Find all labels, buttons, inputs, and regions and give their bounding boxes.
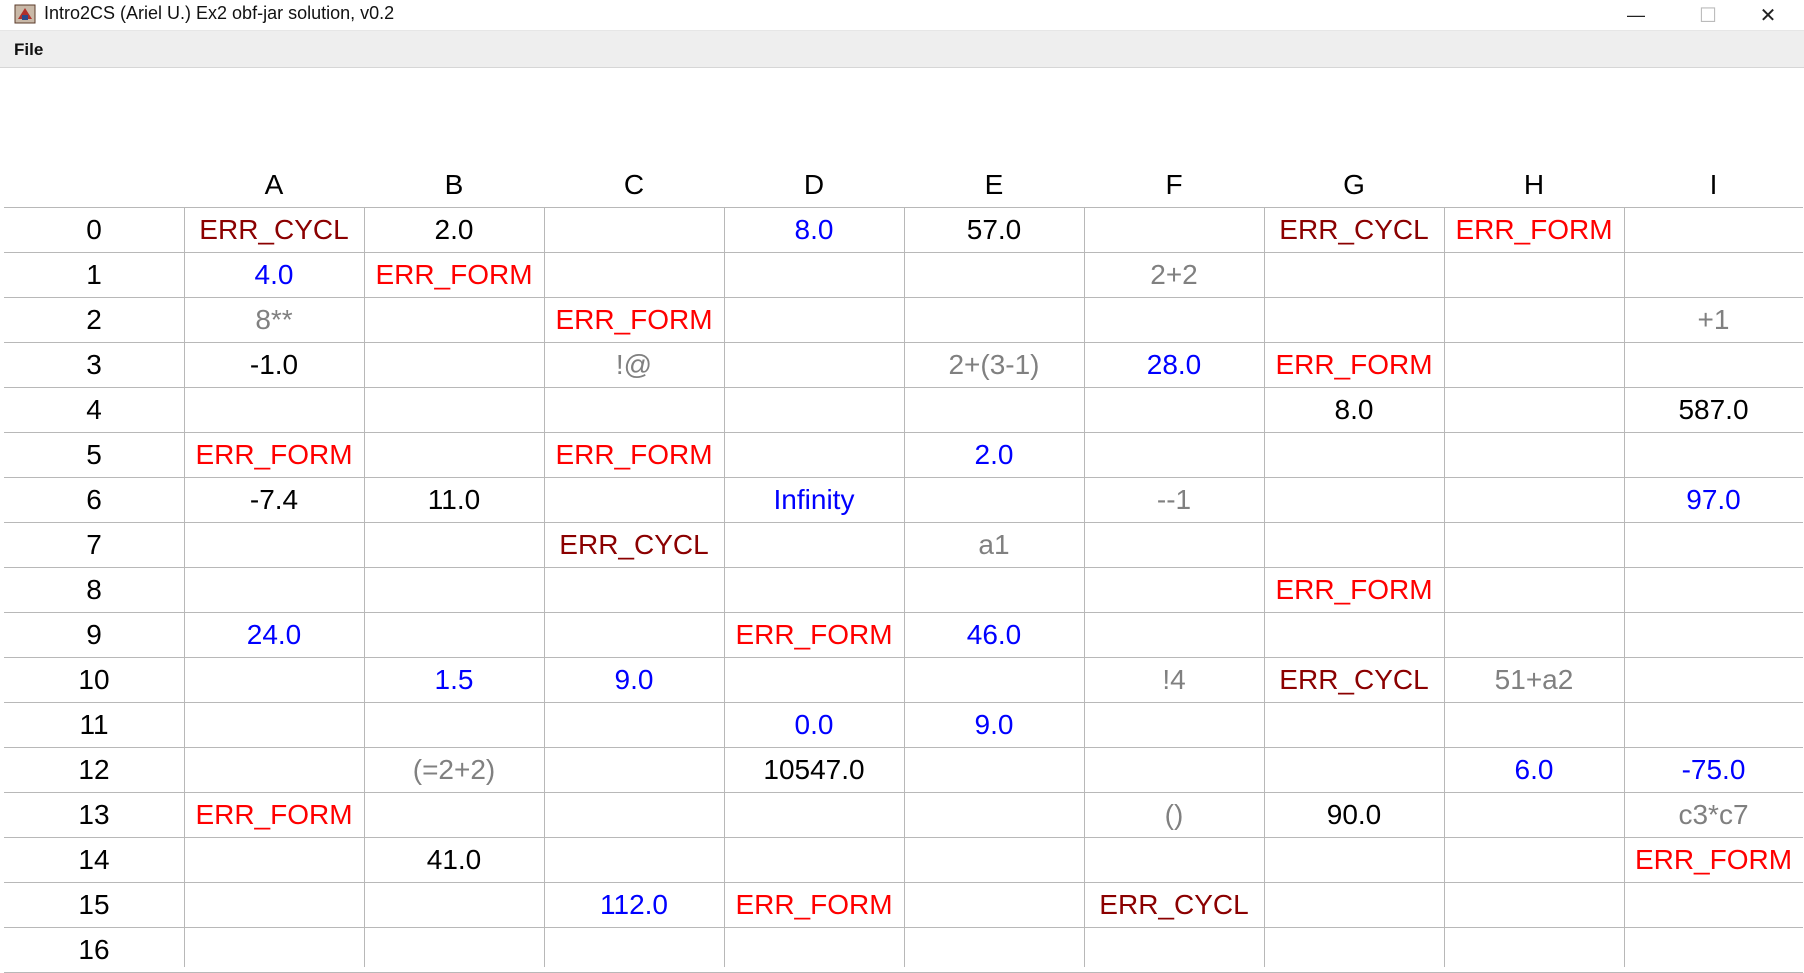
- row-header-3: 3: [86, 348, 102, 380]
- cell-B6[interactable]: 11.0: [364, 477, 544, 522]
- spreadsheet-canvas[interactable]: A B C D E F G H I 0 1 2 3 4 5 6 7 8 9 10 11 12 13 14 15 16 ERR_CYC…: [0, 68, 1804, 973]
- cell-C5[interactable]: ERR_FORM: [544, 432, 724, 477]
- window-title: Intro2CS (Ariel U.) Ex2 obf-jar solution…: [44, 3, 395, 23]
- row-header-16: 16: [78, 933, 110, 965]
- column-header-H: H: [1523, 168, 1545, 200]
- grid-column-line: [1084, 207, 1085, 967]
- cell-A1[interactable]: 4.0: [184, 252, 364, 297]
- cell-I4[interactable]: 587.0: [1624, 387, 1803, 432]
- column-header-C: C: [623, 168, 645, 200]
- row-header-11: 11: [79, 708, 109, 740]
- java-app-icon: [14, 4, 36, 24]
- row-header-14: 14: [78, 843, 110, 875]
- cell-G4[interactable]: 8.0: [1264, 387, 1444, 432]
- cell-A9[interactable]: 24.0: [184, 612, 364, 657]
- column-header-A: A: [264, 168, 284, 200]
- cell-E11[interactable]: 9.0: [904, 702, 1084, 747]
- row-header-9: 9: [86, 618, 102, 650]
- column-header-B: B: [444, 168, 464, 200]
- cell-D12[interactable]: 10547.0: [724, 747, 904, 792]
- grid-column-line: [904, 207, 905, 967]
- column-header-D: D: [803, 168, 825, 200]
- cell-D15[interactable]: ERR_FORM: [724, 882, 904, 927]
- cell-I6[interactable]: 97.0: [1624, 477, 1803, 522]
- cell-A3[interactable]: -1.0: [184, 342, 364, 387]
- cell-H0[interactable]: ERR_FORM: [1444, 207, 1624, 252]
- cell-F1[interactable]: 2+2: [1084, 252, 1264, 297]
- cell-C7[interactable]: ERR_CYCL: [544, 522, 724, 567]
- minimize-icon: —: [1627, 4, 1645, 25]
- row-header-10: 10: [78, 663, 110, 695]
- cell-E9[interactable]: 46.0: [904, 612, 1084, 657]
- cell-H12[interactable]: 6.0: [1444, 747, 1624, 792]
- minimize-button[interactable]: —: [1600, 0, 1672, 30]
- cell-D6[interactable]: Infinity: [724, 477, 904, 522]
- row-header-5: 5: [86, 438, 102, 470]
- cell-A6[interactable]: -7.4: [184, 477, 364, 522]
- close-button[interactable]: ✕: [1732, 0, 1804, 30]
- row-header-12: 12: [78, 753, 110, 785]
- row-header-2: 2: [86, 303, 102, 335]
- cell-E0[interactable]: 57.0: [904, 207, 1084, 252]
- grid-column-line: [1444, 207, 1445, 967]
- cell-E7[interactable]: a1: [904, 522, 1084, 567]
- cell-G0[interactable]: ERR_CYCL: [1264, 207, 1444, 252]
- cell-C2[interactable]: ERR_FORM: [544, 297, 724, 342]
- cell-F3[interactable]: 28.0: [1084, 342, 1264, 387]
- cell-F10[interactable]: !4: [1084, 657, 1264, 702]
- cell-B14[interactable]: 41.0: [364, 837, 544, 882]
- cell-G3[interactable]: ERR_FORM: [1264, 342, 1444, 387]
- cell-A0[interactable]: ERR_CYCL: [184, 207, 364, 252]
- cell-B0[interactable]: 2.0: [364, 207, 544, 252]
- cell-A5[interactable]: ERR_FORM: [184, 432, 364, 477]
- row-header-8: 8: [86, 573, 102, 605]
- cell-A2[interactable]: 8**: [184, 297, 364, 342]
- cell-B1[interactable]: ERR_FORM: [364, 252, 544, 297]
- maximize-icon: ☐: [1699, 4, 1717, 27]
- close-icon: ✕: [1759, 4, 1777, 27]
- column-header-G: G: [1343, 168, 1365, 200]
- cell-B10[interactable]: 1.5: [364, 657, 544, 702]
- title-bar: Intro2CS (Ariel U.) Ex2 obf-jar solution…: [0, 0, 1804, 31]
- cell-D0[interactable]: 8.0: [724, 207, 904, 252]
- cell-H10[interactable]: 51+a2: [1444, 657, 1624, 702]
- cell-E5[interactable]: 2.0: [904, 432, 1084, 477]
- menu-bar: File: [0, 31, 1804, 68]
- cell-G13[interactable]: 90.0: [1264, 792, 1444, 837]
- cell-I13[interactable]: c3*c7: [1624, 792, 1803, 837]
- row-header-7: 7: [86, 528, 102, 560]
- cell-I14[interactable]: ERR_FORM: [1624, 837, 1803, 882]
- cell-F6[interactable]: --1: [1084, 477, 1264, 522]
- column-header-E: E: [984, 168, 1004, 200]
- cell-B12[interactable]: (=2+2): [364, 747, 544, 792]
- row-header-4: 4: [86, 393, 102, 425]
- column-header-I: I: [1709, 168, 1718, 200]
- cell-F13[interactable]: (): [1084, 792, 1264, 837]
- cell-G10[interactable]: ERR_CYCL: [1264, 657, 1444, 702]
- cell-C10[interactable]: 9.0: [544, 657, 724, 702]
- cell-I12[interactable]: -75.0: [1624, 747, 1803, 792]
- cell-D9[interactable]: ERR_FORM: [724, 612, 904, 657]
- row-header-6: 6: [86, 483, 102, 515]
- row-header-1: 1: [86, 258, 102, 290]
- cell-G8[interactable]: ERR_FORM: [1264, 567, 1444, 612]
- cell-I2[interactable]: +1: [1624, 297, 1803, 342]
- cell-D11[interactable]: 0.0: [724, 702, 904, 747]
- column-header-F: F: [1165, 168, 1183, 200]
- cell-E3[interactable]: 2+(3-1): [904, 342, 1084, 387]
- cell-A13[interactable]: ERR_FORM: [184, 792, 364, 837]
- menu-file[interactable]: File: [14, 40, 43, 60]
- cell-C3[interactable]: !@: [544, 342, 724, 387]
- row-header-15: 15: [78, 888, 110, 920]
- row-header-13: 13: [78, 798, 110, 830]
- cell-C15[interactable]: 112.0: [544, 882, 724, 927]
- grid-column-line: [724, 207, 725, 967]
- row-header-0: 0: [86, 213, 102, 245]
- cell-F15[interactable]: ERR_CYCL: [1084, 882, 1264, 927]
